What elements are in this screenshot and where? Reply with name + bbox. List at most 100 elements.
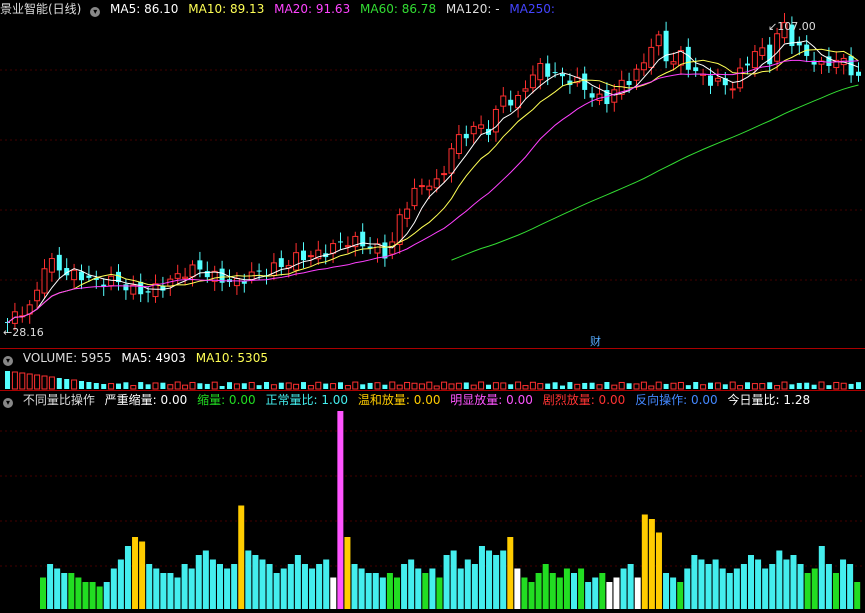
ratio-bar [804,573,811,609]
ma60-legend: MA60: 86.78 [360,2,437,16]
volume-bar [670,382,677,390]
ratio-bar [344,537,351,609]
candle-body [774,33,781,62]
volume-bar [677,381,684,390]
volume-bar [455,382,462,390]
normal-legend: 正常量比: 1.00 [265,393,349,407]
ratio-bar [323,559,330,609]
volume-bar [315,381,322,390]
ratio-bar [549,573,556,609]
candle-body [856,71,861,76]
volume-bar [700,384,707,390]
ma5-legend: MA5: 86.10 [110,2,179,16]
volume-ratio-chart[interactable] [0,391,865,613]
ratio-bar [457,568,464,609]
volume-bar [411,382,418,390]
ratio-bar [450,550,457,609]
volume-bar [426,381,433,390]
ratio-bar [712,559,719,609]
ratio-bar [174,577,181,609]
ratio-bar [762,568,769,609]
volume-bar [34,374,41,390]
volume-bar [685,385,691,389]
volume-bar [189,381,196,390]
volume-bar [382,384,388,389]
ratio-bar [578,568,585,609]
ratio-bar [181,564,188,609]
candle-body [522,88,529,92]
ratio-bar [726,573,733,609]
indicator-title[interactable]: 不同量比操作 [23,393,95,407]
candle-body [463,133,469,139]
volume-bar [589,382,595,389]
ratio-bar [655,532,662,609]
stock-title[interactable]: 景业智能(日线) [0,2,81,16]
mild-legend: 温和放量: 0.00 [357,393,441,407]
ratio-bar [167,573,174,609]
volume-bar [811,384,817,389]
ratio-bar [514,568,521,609]
candle-body [693,67,699,72]
ratio-bar [132,537,139,609]
candle-body [751,51,758,69]
candle-body [34,289,41,302]
volume-bar [611,384,618,390]
volume-bar [123,382,129,389]
volume-bar [396,384,403,390]
volume-ma10-legend: MA10: 5305 [195,351,268,365]
collapse-icon[interactable]: ▾ [3,356,13,366]
candle-body [404,208,411,219]
volume-bar [130,385,137,390]
volume-bar [781,381,788,390]
ratio-bar [47,564,54,609]
volume-bar [648,385,655,390]
ratio-bar [542,564,549,609]
volume-bar [714,382,721,390]
candle-body [189,264,196,278]
ratio-bar [351,564,358,609]
volume-bar [759,383,766,390]
volume-bar [804,382,810,389]
volume-bar [182,384,189,390]
ratio-bar [40,577,46,609]
ratio-bar [386,573,393,609]
collapse-icon[interactable]: ▾ [3,398,13,408]
collapse-icon[interactable]: ▾ [90,7,101,17]
ratio-bar [670,577,677,609]
candle-body [589,93,595,98]
volume-bar [515,381,522,390]
ratio-bar [748,555,754,609]
ratio-bar [365,573,372,609]
volume-bar [211,381,218,390]
ratio-bar [733,568,740,609]
high-price-label: ↙107.00 [768,20,816,33]
volume-bar [48,376,55,390]
candle-body [759,47,766,56]
ratio-bar [124,546,131,609]
ratio-bar [139,541,146,609]
candle-body [360,231,366,247]
volume-bar [826,385,832,389]
ratio-bar [507,537,514,609]
ratio-bar [429,568,436,609]
candle-body [729,88,736,91]
ratio-bar [818,546,825,609]
volume-bar [774,385,781,390]
volume-bar [604,382,610,389]
ratio-bar [698,559,705,609]
ratio-bar [309,568,316,609]
volume-bar [11,371,18,390]
ratio-bar [585,582,592,609]
ratio-bar [96,586,103,609]
finance-marker[interactable]: 财 [590,333,601,349]
indicator-header: ▾ 不同量比操作 严重缩量: 0.00 缩量: 0.00 正常量比: 1.00 … [0,391,816,409]
ratio-bar [266,564,273,609]
candle-body [307,255,314,258]
ratio-bar [330,577,337,609]
volume-bar [197,383,203,389]
volume-bar [470,384,477,390]
candlestick-chart[interactable] [0,0,865,348]
volume-bar [840,382,847,390]
volume-bar [833,381,840,390]
volume-bar [71,379,78,390]
